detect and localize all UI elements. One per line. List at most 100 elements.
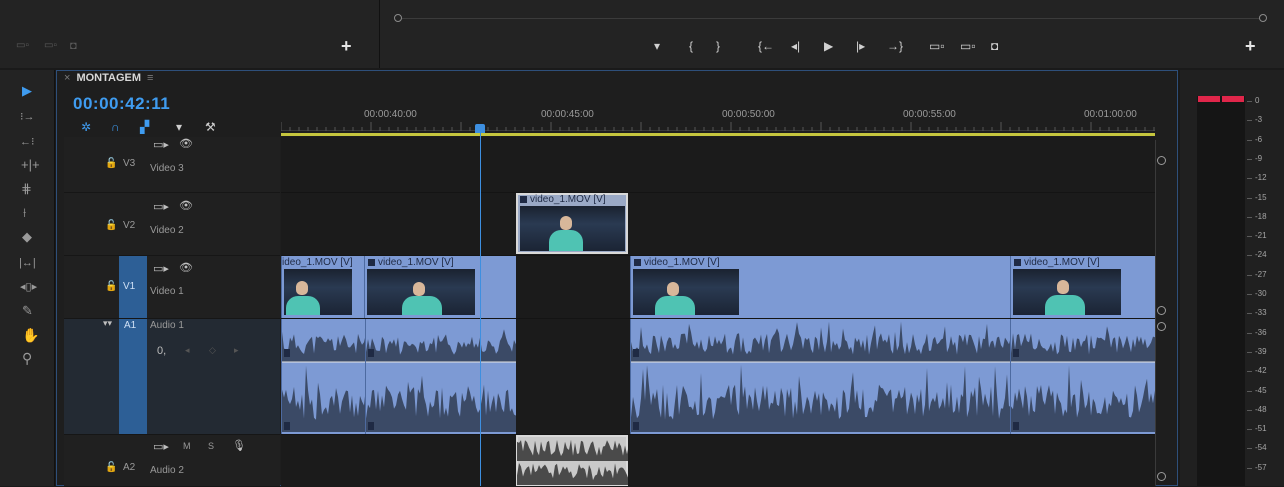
scrub-end-handle[interactable] [1259, 14, 1267, 22]
hand-icon[interactable]: ✋ [22, 328, 39, 342]
nest-icon[interactable]: ✲ [81, 120, 91, 134]
scrub-start-handle[interactable] [394, 14, 402, 22]
lift-icon[interactable]: ▭▫ [929, 39, 945, 53]
add-button[interactable]: + [341, 37, 352, 55]
clip-v1[interactable]: ideo_1.MOV [V] [281, 256, 364, 318]
track-id[interactable]: V3 [123, 158, 135, 169]
scroll-handle[interactable] [1157, 156, 1166, 165]
mark-out-icon[interactable]: } [716, 39, 720, 53]
go-to-out-icon[interactable]: →} [887, 39, 903, 53]
clip-v1[interactable]: video_1.MOV [V] [364, 256, 516, 318]
lock-icon[interactable]: 🔓 [105, 158, 117, 169]
volume-readout[interactable]: 0, [157, 345, 166, 357]
snap-icon[interactable]: ∩ [111, 120, 120, 134]
sync-lock-icon[interactable]: ▭▸ [153, 440, 169, 453]
add-button-program[interactable]: + [1245, 37, 1256, 55]
step-forward-icon[interactable]: |▸ [856, 39, 865, 53]
audio-clip-a1[interactable] [1010, 319, 1155, 434]
db-label: -57 [1255, 462, 1267, 472]
marker-icon[interactable]: ▾ [654, 39, 660, 53]
program-scrub-bar[interactable] [398, 18, 1264, 19]
razor-icon[interactable]: ⟊ [23, 206, 26, 220]
camera-icon[interactable]: ◘ [991, 39, 998, 53]
eye-icon[interactable]: 👁 [179, 261, 193, 274]
next-keyframe-icon[interactable]: ▸ [234, 345, 239, 356]
extract-icon[interactable]: ▭▫ [960, 39, 976, 53]
close-tab-icon[interactable]: × [64, 72, 70, 84]
clip-thumbnail [633, 269, 739, 315]
playhead-line[interactable] [480, 130, 481, 486]
lift-icon[interactable]: ▭▫ [16, 39, 29, 53]
audio-clip-a1[interactable] [630, 319, 1010, 434]
camera-icon[interactable]: ◘ [70, 39, 77, 53]
track-divider [281, 434, 1155, 435]
wrench-icon[interactable]: ⚒ [205, 120, 216, 134]
prev-keyframe-icon[interactable]: ◂ [185, 345, 190, 356]
add-keyframe-icon[interactable]: ◇ [209, 345, 216, 356]
audio-clip-a1[interactable] [365, 319, 516, 434]
scroll-handle[interactable] [1157, 322, 1166, 331]
clip-v1[interactable]: video_1.MOV [V] [630, 256, 1010, 318]
waveform [366, 321, 516, 432]
track-select-icon[interactable]: ⁝→ [20, 110, 35, 124]
db-label: -45 [1255, 385, 1267, 395]
clip-v1[interactable]: video_1.MOV [V] [1010, 256, 1155, 318]
db-tick [1247, 216, 1252, 218]
eye-icon[interactable]: 👁 [179, 137, 193, 150]
extract-icon[interactable]: ▭▫ [44, 39, 57, 53]
sync-lock-icon[interactable]: ▭▸ [153, 138, 169, 151]
go-to-in-icon[interactable]: {← [758, 39, 774, 53]
lock-icon[interactable]: 🔓 [105, 220, 117, 231]
track-id[interactable]: A1 [124, 320, 136, 331]
timeline-vertical-scroll[interactable] [1155, 140, 1156, 486]
mute-button[interactable]: M [183, 441, 191, 451]
fx-badge-icon [520, 195, 527, 203]
clip-v2[interactable]: video_1.MOV [V] [516, 193, 628, 254]
db-tick [1247, 371, 1252, 373]
sequence-tab[interactable]: × MONTAGEM ≡ [64, 72, 153, 84]
clip-label: video_1.MOV [V] [368, 257, 454, 268]
waveform [517, 439, 628, 485]
ripple-edit-icon[interactable]: ←⁝ [20, 135, 35, 149]
sync-lock-icon[interactable]: ▭▸ [153, 262, 169, 275]
track-header-a1[interactable] [64, 319, 280, 435]
track-forward-icon[interactable]: ◂▯▸ [20, 280, 37, 294]
collapse-toggle-icon[interactable]: ▾▾ [103, 318, 112, 329]
mark-in-icon[interactable]: { [689, 39, 693, 53]
ruler-label: 00:00:40:00 [364, 109, 417, 120]
selection-tool-icon[interactable]: ▶ [22, 84, 32, 98]
track-id[interactable]: V2 [123, 220, 135, 231]
zoom-icon[interactable]: ⚲ [22, 351, 32, 365]
microphone-icon[interactable]: 🎙 [232, 439, 246, 452]
solo-button[interactable]: S [208, 441, 214, 451]
ruler-ticks[interactable] [281, 122, 1155, 132]
lock-icon[interactable]: 🔓 [105, 462, 117, 473]
pen-icon[interactable]: ✎ [22, 304, 33, 318]
source-patch-a1[interactable] [119, 319, 147, 434]
peak-indicator-right [1222, 96, 1244, 102]
playhead-timecode[interactable]: 00:00:42:11 [73, 94, 170, 114]
work-area-bar[interactable] [281, 133, 1155, 136]
rolling-edit-icon[interactable]: +|+ [21, 158, 40, 172]
rate-stretch-icon[interactable]: ⋕ [21, 182, 32, 196]
slide-icon[interactable]: |↔| [19, 256, 36, 270]
db-tick [1247, 448, 1252, 450]
sync-lock-icon[interactable]: ▭▸ [153, 200, 169, 213]
panel-menu-icon[interactable]: ≡ [147, 72, 153, 84]
slip-icon[interactable]: ◆ [22, 230, 32, 244]
eye-icon[interactable]: 👁 [179, 199, 193, 212]
track-header-a2[interactable] [64, 435, 280, 487]
track-id[interactable]: A2 [123, 462, 135, 473]
db-label: -42 [1255, 366, 1267, 376]
step-back-icon[interactable]: ◂| [791, 39, 800, 53]
play-icon[interactable]: ▶ [824, 39, 833, 53]
audio-clip-a2[interactable] [516, 435, 628, 486]
lock-icon[interactable]: 🔓 [105, 281, 117, 292]
track-id[interactable]: V1 [123, 281, 135, 292]
scroll-handle[interactable] [1157, 472, 1166, 481]
track-divider [281, 192, 1155, 193]
linked-selection-icon[interactable]: ▞ [140, 120, 149, 134]
scroll-handle[interactable] [1157, 306, 1166, 315]
audio-clip-a1[interactable] [281, 319, 365, 434]
add-marker-icon[interactable]: ▾ [176, 120, 182, 134]
